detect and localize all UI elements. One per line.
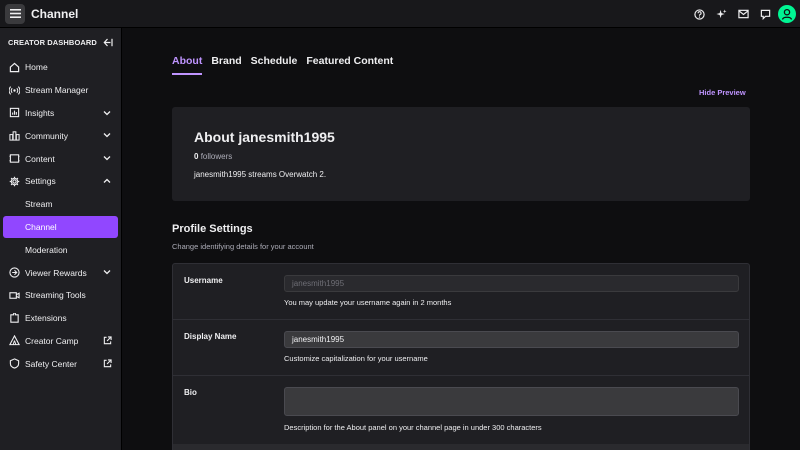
sidebar-item-label: Safety Center [25,358,77,369]
sidebar-item-label: Stream [25,199,53,210]
community-icon [9,130,20,141]
user-icon [781,8,793,20]
sidebar-item-creator-camp[interactable]: Creator Camp [0,330,121,353]
tab-featured-content[interactable]: Featured Content [306,55,393,75]
bio-row: Bio Description for the About panel on y… [173,376,749,446]
display-name-label: Display Name [184,332,237,341]
sidebar-item-stream-manager[interactable]: Stream Manager [0,79,121,102]
about-title: About janesmith1995 [194,129,335,145]
chevron-down-icon [102,153,112,163]
followers-number: 0 [194,152,199,161]
gear-icon [9,176,20,187]
username-field[interactable]: janesmith1995 [284,275,739,292]
sidebar-item-label: Settings [25,176,56,187]
tab-brand[interactable]: Brand [211,55,241,75]
sidebar-item-viewer-rewards[interactable]: Viewer Rewards [0,261,121,284]
sidebar: CREATOR DASHBOARD Home Stream Manager In… [0,28,122,450]
bio-field[interactable] [284,387,739,416]
top-bar: Channel [0,0,800,28]
tab-schedule[interactable]: Schedule [251,55,298,75]
sidebar-item-label: Moderation [25,244,68,255]
sidebar-item-label: Stream Manager [25,85,89,96]
page-title: Channel [31,6,79,21]
about-description: janesmith1995 streams Overwatch 2. [194,170,327,179]
sidebar-item-label: Streaming Tools [25,290,86,301]
chart-icon [9,107,20,118]
external-link-icon [102,358,112,368]
creator-camp-icon [9,335,20,346]
sidebar-item-label: Home [25,62,48,73]
chevron-up-icon [102,176,112,186]
sidebar-item-label: Creator Camp [25,335,79,346]
sidebar-item-content[interactable]: Content [0,147,121,170]
external-link-icon [102,336,112,346]
sidebar-item-extensions[interactable]: Extensions [0,307,121,330]
username-label: Username [184,276,223,285]
sidebar-item-label: Viewer Rewards [25,267,87,278]
next-row-edge [173,444,749,450]
followers-count: 0 followers [194,152,750,161]
avatar[interactable] [778,5,796,23]
about-preview-card: About janesmith1995 0 followers janesmit… [172,107,750,201]
sidebar-header: CREATOR DASHBOARD [0,28,121,56]
mail-icon[interactable] [732,3,754,25]
sidebar-item-safety-center[interactable]: Safety Center [0,352,121,375]
sidebar-item-label: Channel [25,221,57,232]
display-name-hint: Customize capitalization for your userna… [284,354,428,363]
tab-about[interactable]: About [172,55,203,75]
main-content: About Brand Schedule Featured Content Hi… [123,28,800,450]
sidebar-item-community[interactable]: Community [0,124,121,147]
sidebar-item-label: Community [25,130,68,141]
display-name-row: Display Name janesmith1995 Customize cap… [173,320,749,376]
sidebar-title: CREATOR DASHBOARD [8,37,97,47]
sidebar-item-label: Insights [25,107,55,118]
sparkle-icon[interactable] [710,3,732,25]
display-name-field[interactable]: janesmith1995 [284,331,739,348]
help-icon[interactable] [688,3,710,25]
sidebar-item-channel[interactable]: Channel [3,215,118,239]
extensions-icon [9,312,20,324]
hamburger-icon [9,9,21,18]
profile-settings-panel: Username janesmith1995 You may update yo… [172,263,750,450]
home-icon [9,62,20,73]
sidebar-item-label: Extensions [25,313,67,324]
chevron-down-icon [102,267,112,277]
sidebar-item-settings[interactable]: Settings [0,170,121,193]
broadcast-icon [9,85,20,96]
hide-preview-link[interactable]: Hide Preview [699,88,746,97]
sidebar-item-label: Content [25,153,55,164]
tab-bar: About Brand Schedule Featured Content [172,55,402,75]
chevron-down-icon [102,108,112,118]
bio-hint: Description for the About panel on your … [284,423,542,432]
sidebar-item-streaming-tools[interactable]: Streaming Tools [0,284,121,307]
profile-settings-title: Profile Settings [172,223,253,235]
safety-icon [9,358,20,369]
collapse-icon[interactable] [103,38,113,47]
followers-label: followers [200,152,233,161]
rewards-icon [9,267,20,278]
username-row: Username janesmith1995 You may update yo… [173,264,749,320]
sidebar-item-home[interactable]: Home [0,56,121,79]
username-hint: You may update your username again in 2 … [284,298,452,307]
sidebar-item-stream[interactable]: Stream [0,193,121,216]
content-icon [9,153,20,164]
profile-settings-subtitle: Change identifying details for your acco… [172,242,314,251]
camera-icon [9,290,20,301]
menu-button[interactable] [5,3,25,24]
sidebar-item-moderation[interactable]: Moderation [0,238,121,261]
bio-label: Bio [184,388,197,397]
chat-icon[interactable] [754,3,776,25]
sidebar-item-insights[interactable]: Insights [0,102,121,125]
chevron-down-icon [102,130,112,140]
